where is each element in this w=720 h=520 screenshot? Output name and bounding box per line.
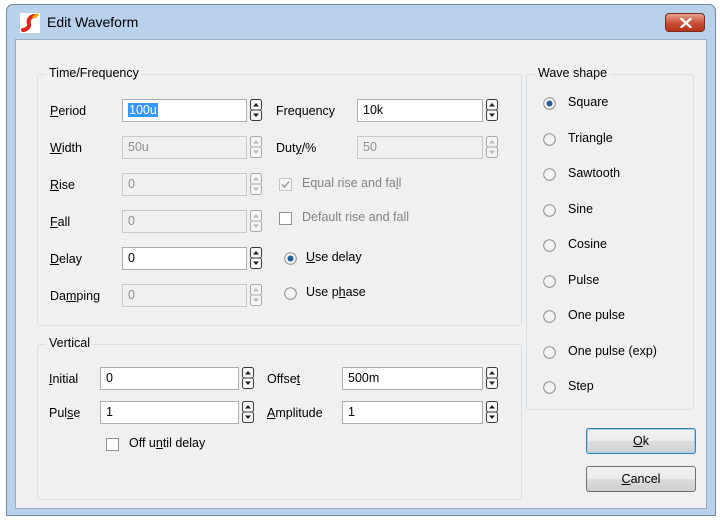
spinner-arrows-icon [250,136,262,158]
damping-spinner[interactable] [250,284,262,306]
wave-shape-radio[interactable] [543,275,556,288]
spinner-arrows-icon [486,401,498,423]
spinner-arrows-icon [250,99,262,121]
time-frequency-title: Time/Frequency [46,66,142,80]
delay-field[interactable]: 0 [122,247,247,270]
rise-label: Rise [50,178,76,192]
wave-shape-label: Square [568,95,609,109]
spinner-arrows-icon [486,367,498,389]
spinner-arrows-icon [250,284,262,306]
width-field[interactable]: 50u [122,136,247,159]
radio-dot [546,100,553,107]
wave-shape-label: Triangle [568,131,613,145]
initial-label: Initial [49,372,79,386]
dialog-body: Time/Frequency Period Width Rise Fall De… [15,39,707,509]
period-spinner[interactable] [250,99,262,121]
vertical-title: Vertical [46,336,93,350]
amplitude-spinner[interactable] [486,401,498,423]
wave-shape-title: Wave shape [535,66,611,80]
edit-waveform-dialog: Edit Waveform Time/Frequency Period Widt… [6,4,716,516]
wave-shape-radio[interactable] [543,381,556,394]
pulse-label: Pulse [49,406,81,420]
amplitude-label: Amplitude [267,406,323,420]
amplitude-field[interactable]: 1 [342,401,483,424]
frequency-field[interactable]: 10k [357,99,483,122]
wave-shape-radio[interactable] [543,133,556,146]
period-field[interactable]: 100u [122,99,247,122]
initial-spinner[interactable] [242,367,254,389]
wave-shape-label: Sine [568,202,594,216]
close-icon [680,18,692,28]
damping-label: Damping [50,289,101,303]
width-label: Width [50,141,82,155]
wave-shape-radio[interactable] [543,346,556,359]
equal-rise-fall-checkbox[interactable] [279,178,292,191]
ok-button[interactable]: Ok [586,428,696,454]
close-button[interactable] [665,13,705,32]
default-rise-fall-checkbox[interactable] [279,212,292,225]
app-logo-icon [20,13,40,33]
duty-label: Duty/% [276,141,317,155]
spinner-arrows-icon [242,401,254,423]
frequency-spinner[interactable] [486,99,498,121]
use-phase-radio[interactable] [284,287,297,300]
off-until-delay-checkbox[interactable] [106,438,119,451]
pulse-spinner[interactable] [242,401,254,423]
wave-shape-radio[interactable] [543,239,556,252]
frequency-label: Frequency [276,104,336,118]
offset-field[interactable]: 500m [342,367,483,390]
spinner-arrows-icon [250,210,262,232]
equal-rise-fall-label: Equal rise and fall [302,176,402,190]
wave-shape-label: Pulse [568,273,600,287]
fall-field[interactable]: 0 [122,210,247,233]
spinner-arrows-icon [250,247,262,269]
off-until-delay-label: Off until delay [129,436,206,450]
use-phase-label: Use phase [306,285,366,299]
rise-spinner[interactable] [250,173,262,195]
width-spinner[interactable] [250,136,262,158]
use-delay-radio[interactable] [284,252,297,265]
damping-field[interactable]: 0 [122,284,247,307]
spinner-arrows-icon [486,136,498,158]
pulse-field[interactable]: 1 [100,401,239,424]
spinner-arrows-icon [486,99,498,121]
checkmark-icon [281,180,290,189]
fall-label: Fall [50,215,71,229]
spinner-arrows-icon [250,173,262,195]
delay-spinner[interactable] [250,247,262,269]
offset-label: Offset [267,372,301,386]
wave-shape-label: One pulse [568,308,625,322]
delay-label: Delay [50,252,82,266]
wave-shape-radio[interactable] [543,204,556,217]
wave-shape-label: Cosine [568,237,607,251]
wave-shape-radio[interactable] [543,168,556,181]
period-label: Period [50,104,87,118]
cancel-button[interactable]: Cancel [586,466,696,492]
use-delay-label: Use delay [306,250,362,264]
wave-shape-radio[interactable] [543,97,556,110]
window-title: Edit Waveform [47,14,139,30]
spinner-arrows-icon [242,367,254,389]
fall-spinner[interactable] [250,210,262,232]
default-rise-fall-label: Default rise and fall [302,210,410,224]
wave-shape-label: One pulse (exp) [568,344,657,358]
wave-shape-radio[interactable] [543,310,556,323]
offset-spinner[interactable] [486,367,498,389]
duty-field[interactable]: 50 [357,136,483,159]
wave-shape-label: Step [568,379,594,393]
title-bar[interactable]: Edit Waveform [7,5,715,39]
initial-field[interactable]: 0 [100,367,239,390]
wave-shape-label: Sawtooth [568,166,621,180]
duty-spinner[interactable] [486,136,498,158]
rise-field[interactable]: 0 [122,173,247,196]
